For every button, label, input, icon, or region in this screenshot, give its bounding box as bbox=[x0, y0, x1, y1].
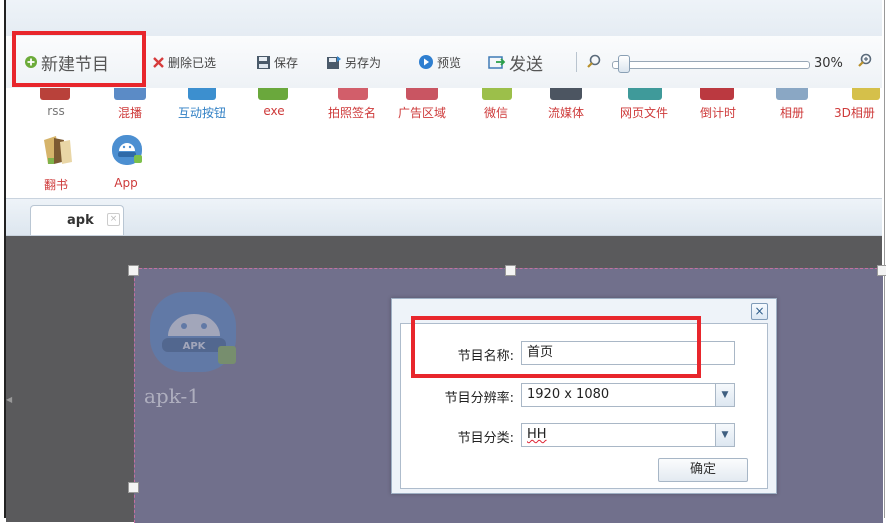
flip-book-icon[interactable] bbox=[40, 132, 74, 169]
resize-handle-top-right[interactable] bbox=[877, 265, 886, 276]
wechat-icon[interactable] bbox=[482, 88, 512, 100]
save-as-icon bbox=[326, 55, 342, 70]
ad-area-icon[interactable] bbox=[406, 88, 438, 100]
resize-handle-top-middle[interactable] bbox=[505, 265, 516, 276]
save-as-button[interactable]: 另存为 bbox=[326, 50, 381, 74]
resolution-select[interactable]: 1920 x 1080 bbox=[521, 383, 735, 407]
new-program-label: 新建节目 bbox=[41, 54, 109, 75]
save-label: 保存 bbox=[274, 55, 299, 70]
add-circle-icon bbox=[24, 55, 38, 69]
palette-label-3d-album[interactable]: 3D相册 bbox=[834, 104, 882, 121]
rss-icon[interactable] bbox=[40, 88, 70, 100]
palette-label-exe[interactable]: exe bbox=[244, 104, 304, 118]
ok-button[interactable]: 确定 bbox=[658, 458, 748, 482]
category-value: HH bbox=[527, 427, 547, 442]
save-button[interactable]: 保存 bbox=[256, 50, 298, 74]
palette-label-app[interactable]: App bbox=[96, 176, 156, 190]
mixed-play-icon[interactable] bbox=[114, 88, 146, 100]
send-button[interactable]: 发送 bbox=[488, 50, 543, 75]
palette-label-mixed-play[interactable]: 混播 bbox=[100, 104, 160, 121]
preview-label: 预览 bbox=[437, 55, 462, 70]
new-program-button[interactable]: 新建节目 bbox=[24, 50, 109, 75]
palette-label-streaming-media[interactable]: 流媒体 bbox=[536, 104, 596, 121]
app-android-icon[interactable] bbox=[110, 133, 144, 170]
preview-play-icon bbox=[418, 54, 434, 70]
preview-button[interactable]: 预览 bbox=[418, 50, 461, 74]
palette-label-flip-book[interactable]: 翻书 bbox=[26, 176, 86, 193]
program-name-label: 节目名称: bbox=[457, 349, 514, 364]
palette-label-wechat[interactable]: 微信 bbox=[466, 104, 526, 121]
resolution-dropdown-icon[interactable]: ▼ bbox=[715, 384, 734, 406]
resize-handle-top-left[interactable] bbox=[128, 265, 139, 276]
save-as-label: 另存为 bbox=[345, 55, 382, 70]
zoom-in-icon[interactable] bbox=[857, 53, 873, 69]
title-strip bbox=[6, 0, 882, 37]
category-label: 节目分类: bbox=[457, 431, 514, 446]
delete-x-icon bbox=[152, 56, 165, 69]
zoom-slider[interactable] bbox=[612, 61, 810, 69]
interactive-button-icon[interactable] bbox=[188, 88, 216, 100]
tab-close-icon[interactable]: × bbox=[107, 213, 120, 226]
palette-label-album[interactable]: 相册 bbox=[762, 104, 822, 121]
splitter-grip-icon[interactable]: ◀ bbox=[6, 395, 12, 409]
widget-palette: rss 混播 互动按钮 exe 拍照签名 广告区域 微信 流媒体 网页文件 倒计… bbox=[6, 88, 882, 198]
palette-label-ad-area[interactable]: 广告区域 bbox=[392, 104, 452, 121]
apk-element-icon[interactable]: APK bbox=[146, 290, 242, 376]
save-disk-icon bbox=[256, 55, 271, 70]
palette-label-interactive-button[interactable]: 互动按钮 bbox=[172, 104, 232, 121]
3d-album-icon[interactable] bbox=[852, 88, 880, 100]
tab-apk[interactable]: apk × bbox=[30, 205, 124, 235]
palette-label-rss[interactable]: rss bbox=[26, 104, 86, 118]
countdown-icon[interactable] bbox=[700, 88, 734, 100]
zoom-slider-thumb[interactable] bbox=[618, 55, 630, 73]
palette-label-countdown[interactable]: 倒计时 bbox=[688, 104, 748, 121]
toolbar-separator bbox=[576, 52, 577, 72]
delete-selected-label: 删除已选 bbox=[168, 55, 217, 70]
document-tab-bar: apk × bbox=[6, 198, 882, 236]
apk-icon-text: APK bbox=[183, 341, 207, 352]
zoom-value: 30% bbox=[814, 56, 843, 71]
resolution-value: 1920 x 1080 bbox=[527, 387, 610, 402]
category-select[interactable]: HH bbox=[521, 423, 735, 447]
photo-sign-icon[interactable] bbox=[338, 88, 368, 100]
web-file-icon[interactable] bbox=[628, 88, 662, 100]
album-icon[interactable] bbox=[776, 88, 808, 100]
palette-label-web-file[interactable]: 网页文件 bbox=[614, 104, 674, 121]
zoom-out-icon[interactable] bbox=[586, 54, 602, 70]
resolution-label: 节目分辨率: bbox=[444, 391, 514, 406]
delete-selected-button[interactable]: 删除已选 bbox=[152, 50, 216, 74]
palette-label-photo-sign[interactable]: 拍照签名 bbox=[322, 104, 382, 121]
resize-handle-bottom-left[interactable] bbox=[128, 482, 139, 493]
tab-apk-label: apk bbox=[67, 213, 94, 228]
category-dropdown-icon[interactable]: ▼ bbox=[715, 424, 734, 446]
send-label: 发送 bbox=[509, 54, 543, 75]
send-icon bbox=[488, 55, 506, 70]
dialog-close-icon[interactable]: × bbox=[751, 303, 768, 320]
program-name-input[interactable]: 首页 bbox=[521, 341, 735, 365]
streaming-media-icon[interactable] bbox=[550, 88, 582, 100]
apk-element-label: apk-1 bbox=[144, 384, 200, 408]
exe-icon[interactable] bbox=[258, 88, 288, 100]
